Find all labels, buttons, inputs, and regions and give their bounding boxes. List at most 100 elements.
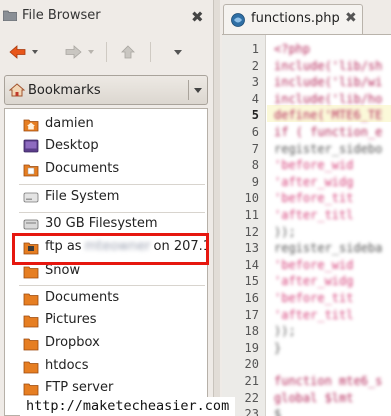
line-number: 9 — [251, 174, 259, 189]
back-arrow-icon[interactable] — [9, 44, 27, 60]
line-number: 3 — [251, 75, 259, 90]
code-line: 'before_wid — [274, 257, 354, 272]
close-icon[interactable]: ✖ — [191, 8, 204, 26]
line-number: 13 — [244, 241, 259, 256]
code-line: 'after_titl — [274, 307, 354, 322]
file-browser-pane: File Browser ✖ Bookmarks damien Desktop … — [0, 0, 213, 416]
list-item[interactable]: Desktop — [5, 135, 207, 157]
bookmarks-list: damien Desktop Documents File System 30 … — [4, 108, 208, 416]
code-line: include('lib/sh — [274, 58, 383, 73]
code-line: )); — [274, 224, 296, 239]
list-divider — [19, 285, 205, 286]
line-number: 14 — [244, 257, 259, 272]
code-editor[interactable]: 1 2 3 4 5 6 7 8 9 10 11 12 13 14 15 16 17 18 19 20 21 22 23 <?… — [222, 34, 391, 416]
editor-pane: functions.php ✖ 1 2 3 4 5 6 7 8 9 10 11 12 13 14 15 16 1… — [220, 0, 391, 416]
list-item-label: Documents — [45, 290, 120, 305]
line-number: 20 — [244, 357, 259, 372]
line-number: 10 — [244, 191, 259, 206]
list-item-ftp[interactable]: ftp as mteowner on 207.1 — [5, 236, 207, 258]
bookmarks-combo[interactable]: Bookmarks — [4, 75, 208, 105]
list-item[interactable]: damien — [5, 113, 207, 135]
line-number: 11 — [244, 208, 259, 222]
line-number: 7 — [251, 141, 259, 156]
line-number: 6 — [251, 125, 259, 139]
folder-icon — [23, 315, 39, 328]
tab-functions-php[interactable]: functions.php ✖ — [223, 4, 363, 34]
code-line: 'before_tit — [274, 291, 354, 305]
file-browser-toolbar — [0, 34, 213, 70]
forward-arrow-icon[interactable] — [64, 44, 82, 60]
code-line: function mte6_s — [274, 374, 383, 388]
line-number: 18 — [244, 324, 259, 339]
folder-icon — [23, 266, 39, 279]
line-number: 19 — [244, 340, 259, 355]
chevron-down-icon[interactable] — [193, 87, 203, 94]
pane-splitter[interactable] — [213, 0, 220, 416]
line-number: 2 — [251, 58, 259, 73]
parent-folder-icon[interactable] — [120, 44, 136, 60]
list-item[interactable]: File System — [5, 186, 207, 208]
file-browser-header: File Browser ✖ — [0, 0, 213, 33]
list-item-label: Documents — [45, 161, 120, 176]
list-divider — [19, 184, 205, 185]
home-folder-icon — [23, 119, 39, 132]
line-number: 21 — [244, 374, 259, 388]
chevron-down-icon[interactable] — [172, 44, 184, 60]
list-item[interactable]: Pictures — [5, 309, 207, 331]
code-line: <?php — [274, 42, 311, 56]
code-line: 'after_titl — [274, 208, 354, 222]
list-item[interactable]: Dropbox — [5, 332, 207, 354]
back-history-dropdown-icon[interactable] — [30, 44, 40, 60]
list-item-label: Desktop — [45, 138, 99, 153]
redacted-username: mteowner — [84, 239, 151, 254]
combo-separator — [188, 80, 189, 100]
folder-icon — [23, 338, 39, 351]
close-icon[interactable]: ✖ — [345, 10, 357, 26]
code-line: $ — [274, 407, 282, 416]
php-file-icon — [231, 13, 245, 27]
line-number: 8 — [251, 158, 259, 173]
toolbar-separator — [150, 42, 151, 62]
code-line: )); — [274, 324, 296, 339]
code-line: register_sideba — [274, 241, 383, 256]
code-line: global $lmt — [274, 390, 354, 405]
line-number: 1 — [251, 42, 259, 56]
code-line: register_sidebo — [274, 141, 383, 156]
code-line: define('MTE6_TE — [274, 108, 383, 123]
line-number-gutter: 1 2 3 4 5 6 7 8 9 10 11 12 13 14 15 16 17 18 19 20 21 22 23 — [222, 35, 266, 416]
line-number: 15 — [244, 274, 259, 289]
code-line: } — [274, 340, 282, 355]
list-item-label: Snow — [45, 263, 81, 278]
code-line: 'after_widg — [274, 174, 354, 189]
line-number: 5 — [251, 108, 259, 123]
documents-folder-icon — [23, 164, 39, 177]
folder-icon — [23, 293, 39, 306]
list-item-label: 30 GB Filesystem — [45, 216, 158, 231]
harddisk-icon — [23, 192, 39, 203]
list-item[interactable]: Snow — [5, 260, 207, 282]
list-item[interactable]: Documents — [5, 158, 207, 180]
list-item-label: htdocs — [45, 358, 89, 373]
list-item-label: Dropbox — [45, 335, 100, 350]
list-item-label: FTP server — [45, 380, 114, 395]
tab-label: functions.php — [251, 11, 340, 26]
forward-history-dropdown-icon[interactable] — [86, 44, 96, 60]
network-drive-icon — [23, 242, 39, 255]
code-line: 'before_tit — [274, 191, 354, 206]
list-item[interactable]: Documents — [5, 287, 207, 309]
list-item-label: Pictures — [45, 312, 97, 327]
list-item[interactable]: htdocs — [5, 355, 207, 377]
line-number: 12 — [244, 224, 259, 239]
toolbar-separator — [106, 42, 107, 62]
line-number: 16 — [244, 291, 259, 305]
line-number: 4 — [251, 91, 259, 106]
code-line: 'before_wid — [274, 158, 354, 173]
list-item-label: File System — [45, 189, 120, 204]
list-item[interactable]: 30 GB Filesystem — [5, 213, 207, 235]
code-line: 'after_widg — [274, 274, 354, 289]
code-line: include('lib/wi — [274, 75, 383, 90]
list-item[interactable]: FTP server — [5, 377, 207, 399]
desktop-icon — [23, 139, 39, 153]
folder-icon — [23, 383, 39, 396]
bookmarks-combo-label: Bookmarks — [28, 83, 101, 98]
